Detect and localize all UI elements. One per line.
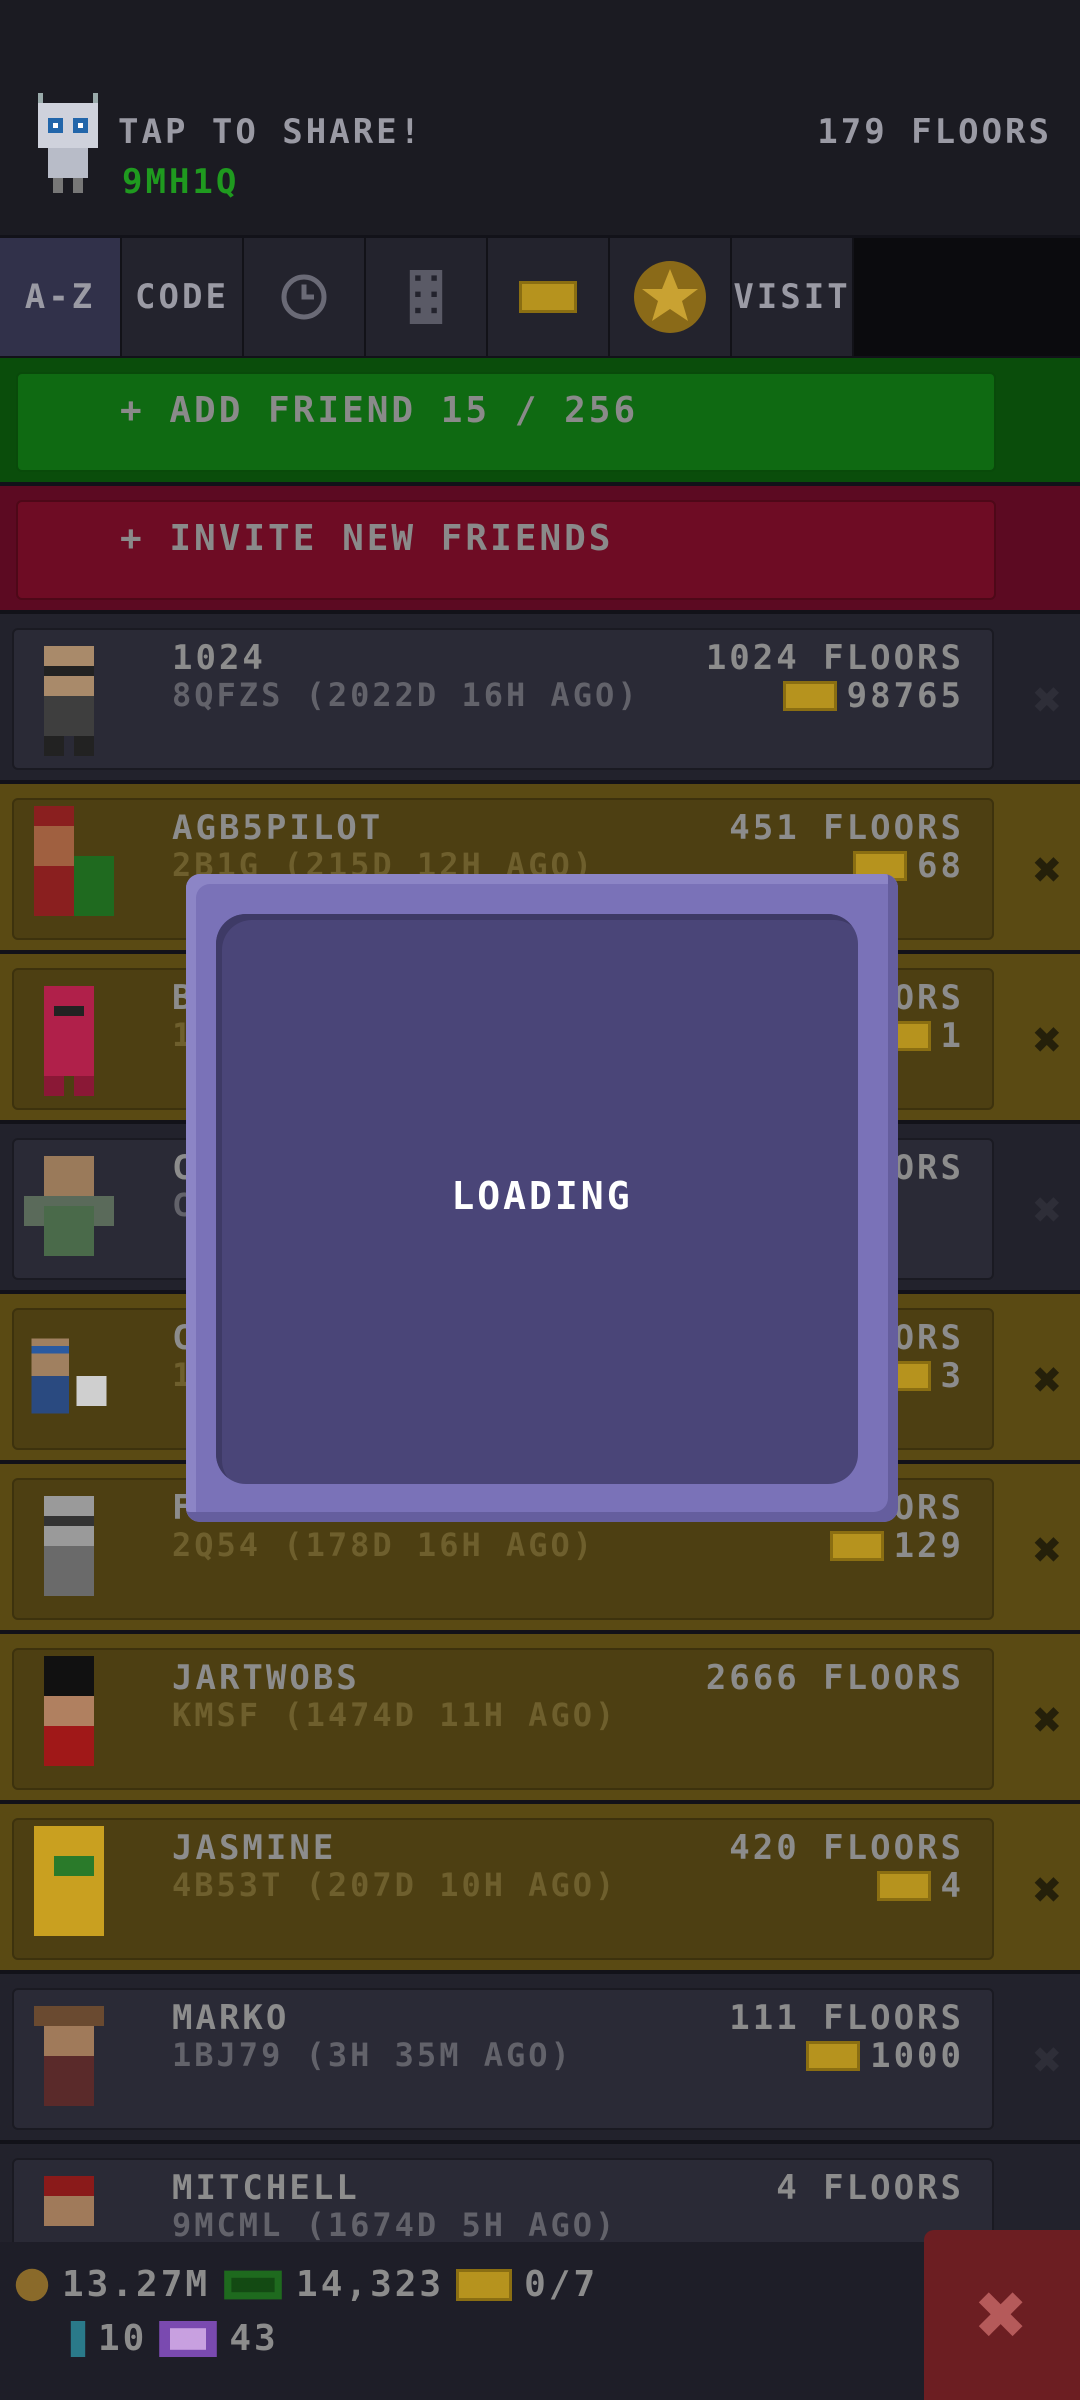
friends-screen: TAP TO SHARE! 9MH1Q 179 FLOORS A-Z CODE … <box>0 0 1080 2400</box>
invite-friends-label: + INVITE NEW FRIENDS <box>120 518 614 559</box>
currency-bar: 13.27M 14,323 0/7 10 43 <box>0 2242 1080 2400</box>
player-floors: 179 FLOORS <box>817 112 1052 152</box>
ticket-icon <box>519 281 577 313</box>
sort-tabs: A-Z CODE VISIT <box>0 238 1080 356</box>
player-code: 9MH1Q <box>122 162 240 202</box>
friend-avatar-icon <box>34 2006 104 2106</box>
friend-avatar-icon <box>34 806 114 916</box>
ticket-icon <box>782 681 837 711</box>
friend-bux: 129 <box>829 1526 964 1566</box>
friend-avatar-icon <box>44 646 94 756</box>
friend-code: 1BJ79 (3H 35M AGO) <box>172 2036 573 2074</box>
friend-code: 4B53T (207D 10H AGO) <box>172 1866 618 1904</box>
remove-friend-button[interactable]: ✖ <box>1033 842 1062 898</box>
friend-name: JARTWOBS <box>172 1658 360 1698</box>
player-avatar-icon[interactable] <box>28 88 108 198</box>
keys-value: 10 <box>98 2318 148 2359</box>
coin-icon <box>15 2268 49 2301</box>
friend-avatar-icon <box>31 1338 107 1414</box>
friend-floors: 2666 FLOORS <box>705 1658 964 1698</box>
friend-bux: 1000 <box>806 2036 964 2076</box>
key-icon <box>70 2320 86 2357</box>
invite-bar: + INVITE NEW FRIENDS <box>0 486 1080 610</box>
bux-icon <box>224 2270 282 2299</box>
tab-floors[interactable] <box>366 238 488 356</box>
remove-friend-button[interactable]: ✖ <box>1033 1862 1062 1918</box>
friend-avatar-icon <box>34 1826 104 1936</box>
friend-bux-value: 1 <box>940 1016 964 1056</box>
remove-friend-button[interactable]: ✖ <box>1033 1182 1062 1238</box>
friend-bux: 98765 <box>782 676 964 716</box>
friend-floors: 420 FLOORS <box>729 1828 964 1868</box>
friend-floors: ORS <box>893 1148 964 1188</box>
friend-bux-value: 98765 <box>846 676 964 716</box>
friend-bux-value: 129 <box>893 1526 964 1566</box>
tab-code[interactable]: CODE <box>122 238 244 356</box>
friend-floors: ORS <box>893 1318 964 1358</box>
friend-row[interactable]: MARKO 1BJ79 (3H 35M AGO) 111 FLOORS 1000… <box>0 1974 1080 2140</box>
friend-avatar-icon <box>44 1656 94 1766</box>
add-friend-label: + ADD FRIEND 15 / 256 <box>120 390 639 431</box>
add-friend-bar: + ADD FRIEND 15 / 256 <box>0 358 1080 482</box>
friend-floors: 4 FLOORS <box>776 2168 964 2208</box>
points-icon <box>159 2320 218 2357</box>
friend-name: 1024 <box>172 638 266 678</box>
remove-friend-button[interactable]: ✖ <box>1033 1012 1062 1068</box>
clock-icon <box>281 274 327 320</box>
friend-name: AGB5PILOT <box>172 808 384 848</box>
remove-friend-button[interactable]: ✖ <box>1033 2032 1062 2088</box>
tickets-value: 0/7 <box>524 2264 599 2305</box>
tab-bux[interactable] <box>488 238 610 356</box>
friend-name: MITCHELL <box>172 2168 360 2208</box>
friend-floors: 1024 FLOORS <box>705 638 964 678</box>
friend-avatar-icon <box>44 1496 94 1596</box>
friend-floors: 111 FLOORS <box>729 1998 964 2038</box>
tab-vip[interactable] <box>610 238 732 356</box>
friend-bux: 4 <box>876 1866 964 1906</box>
tab-visit[interactable]: VISIT <box>732 238 854 356</box>
coins-value: 13.27M <box>62 2264 211 2305</box>
friend-row[interactable]: JARTWOBS KMSF (1474D 11H AGO) 2666 FLOOR… <box>0 1634 1080 1800</box>
friend-row[interactable]: JASMINE 4B53T (207D 10H AGO) 420 FLOORS … <box>0 1804 1080 1970</box>
loading-dialog: LOADING <box>186 874 898 1522</box>
tab-recent[interactable] <box>244 238 366 356</box>
currency-row-1: 13.27M 14,323 0/7 <box>14 2264 598 2305</box>
friend-bux-value: 68 <box>917 846 964 886</box>
friend-name: MARKO <box>172 1998 290 2038</box>
close-button[interactable]: ✖ <box>924 2230 1080 2400</box>
friend-row[interactable]: 1024 8QFZS (2022D 16H AGO) 1024 FLOORS 9… <box>0 614 1080 780</box>
currency-row-2: 10 43 <box>70 2318 279 2359</box>
header: TAP TO SHARE! 9MH1Q 179 FLOORS <box>0 0 1080 235</box>
friend-floors: ORS <box>893 978 964 1018</box>
friend-code: 2Q54 (178D 16H AGO) <box>172 1526 596 1564</box>
ticket-icon <box>806 2041 861 2071</box>
remove-friend-button[interactable]: ✖ <box>1033 1352 1062 1408</box>
friend-code: 9MCML (1674D 5H AGO) <box>172 2206 618 2244</box>
star-badge-icon <box>634 261 706 333</box>
friend-floors: 451 FLOORS <box>729 808 964 848</box>
loading-text: LOADING <box>451 1174 633 1218</box>
ticket-icon <box>829 1531 884 1561</box>
friend-bux-value: 4 <box>940 1866 964 1906</box>
friend-bux-value: 1000 <box>870 2036 964 2076</box>
tap-to-share-label[interactable]: TAP TO SHARE! <box>118 112 423 152</box>
bux-value: 14,323 <box>296 2264 445 2305</box>
friend-code: KMSF (1474D 11H AGO) <box>172 1696 618 1734</box>
remove-friend-button[interactable]: ✖ <box>1033 1692 1062 1748</box>
friend-avatar-icon <box>44 986 94 1096</box>
remove-friend-button[interactable]: ✖ <box>1033 672 1062 728</box>
ticket-icon <box>876 1871 931 1901</box>
building-icon <box>409 270 443 324</box>
tab-a-z[interactable]: A-Z <box>0 238 122 356</box>
remove-friend-button[interactable]: ✖ <box>1033 1522 1062 1578</box>
friend-code: 8QFZS (2022D 16H AGO) <box>172 676 640 714</box>
ticket-icon <box>456 2268 513 2301</box>
friend-avatar-icon <box>24 1156 114 1256</box>
friend-bux-value: 3 <box>940 1356 964 1396</box>
points-value: 43 <box>229 2318 279 2359</box>
friend-name: JASMINE <box>172 1828 337 1868</box>
